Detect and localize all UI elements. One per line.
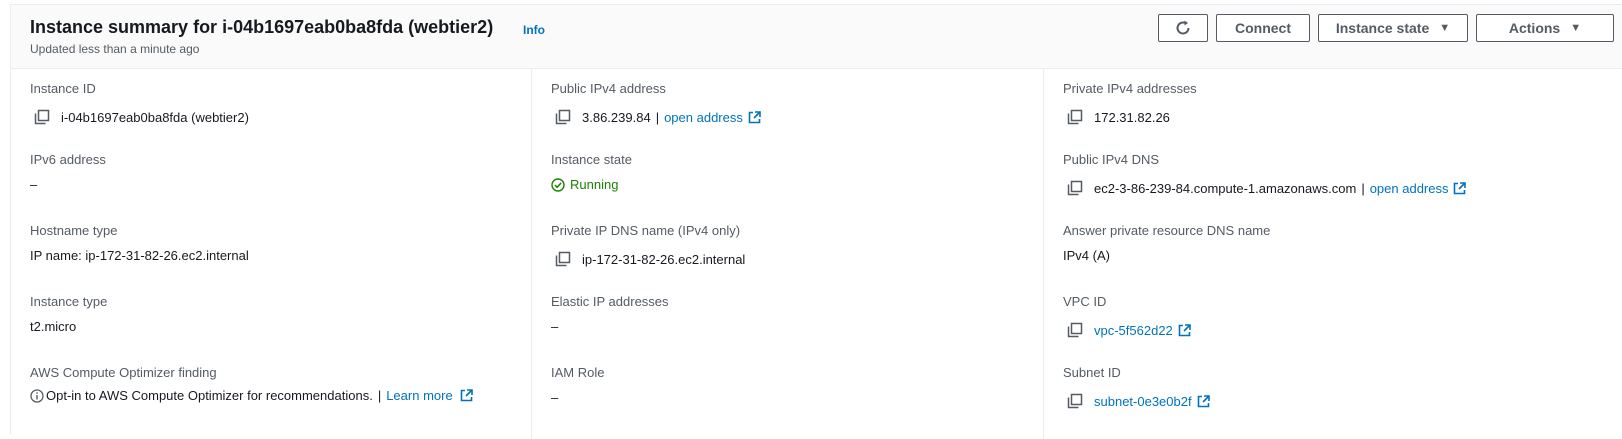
- details-column-3: Private IPv4 addresses 172.31.82.26 Publ…: [1043, 69, 1555, 439]
- actions-dropdown[interactable]: Actions ▼: [1476, 14, 1614, 42]
- details-column-1: Instance ID i-04b1697eab0ba8fda (webtier…: [11, 69, 523, 439]
- instance-type-value: t2.micro: [30, 319, 77, 334]
- copy-icon[interactable]: [555, 109, 571, 125]
- copy-icon[interactable]: [1067, 109, 1083, 125]
- field-label: Answer private resource DNS name: [1063, 223, 1271, 238]
- actions-label: Actions: [1508, 20, 1561, 36]
- field-label: AWS Compute Optimizer finding: [30, 365, 217, 380]
- instance-id-value: i-04b1697eab0ba8fda (webtier2): [61, 109, 249, 125]
- field-label: Elastic IP addresses: [551, 294, 669, 309]
- caret-down-icon: ▼: [1439, 22, 1451, 34]
- optimizer-message: Opt-in to AWS Compute Optimizer for reco…: [46, 388, 373, 403]
- instance-state-value: Running: [570, 177, 619, 192]
- field-label: Instance state: [551, 152, 632, 167]
- subnet-id-field: Subnet ID subnet-0e3e0b2f: [1063, 365, 1210, 409]
- instance-type-field: Instance type t2.micro: [30, 294, 107, 334]
- field-label: VPC ID: [1063, 294, 1107, 309]
- field-label: Instance ID: [30, 81, 96, 96]
- elastic-ip-value: –: [551, 319, 559, 334]
- vpc-id-link[interactable]: vpc-5f562d22: [1094, 323, 1173, 338]
- elastic-ip-field: Elastic IP addresses –: [551, 294, 669, 334]
- refresh-button[interactable]: [1158, 14, 1208, 42]
- field-label: Private IPv4 addresses: [1063, 81, 1197, 96]
- instance-summary-panel: Instance summary for i-04b1697eab0ba8fda…: [10, 4, 1622, 439]
- page-title: Instance summary for i-04b1697eab0ba8fda…: [30, 17, 494, 37]
- vpc-id-field: VPC ID vpc-5f562d22: [1063, 294, 1191, 338]
- copy-icon[interactable]: [1067, 393, 1083, 409]
- status-badge: Running: [551, 177, 618, 192]
- field-label: Subnet ID: [1063, 365, 1121, 380]
- copy-icon[interactable]: [555, 251, 571, 267]
- instance-state-field: Instance state Running: [551, 152, 632, 192]
- separator: |: [655, 109, 660, 125]
- instance-state-dropdown[interactable]: Instance state ▼: [1318, 14, 1468, 42]
- instance-id-field: Instance ID i-04b1697eab0ba8fda (webtier…: [30, 81, 249, 125]
- private-ipv4-value: 172.31.82.26: [1094, 109, 1170, 125]
- field-label: Public IPv4 DNS: [1063, 152, 1160, 167]
- separator: |: [1361, 180, 1365, 196]
- public-dns-value: ec2-3-86-239-84.compute-1.amazonaws.com: [1094, 180, 1357, 196]
- updated-timestamp: Updated less than a minute ago: [30, 42, 200, 56]
- connect-button[interactable]: Connect: [1216, 14, 1310, 42]
- info-circle-icon: [30, 388, 44, 403]
- subnet-id-link[interactable]: subnet-0e3e0b2f: [1094, 394, 1192, 409]
- iam-role-value: –: [551, 390, 559, 405]
- instance-state-label: Instance state: [1335, 20, 1430, 36]
- external-link-icon[interactable]: [460, 389, 473, 402]
- public-ipv4-field: Public IPv4 address 3.86.239.84 | open a…: [551, 81, 761, 125]
- iam-role-field: IAM Role –: [551, 365, 604, 405]
- field-label: IPv6 address: [30, 152, 106, 167]
- external-link-icon[interactable]: [748, 110, 761, 124]
- copy-icon[interactable]: [1067, 322, 1083, 338]
- hostname-type-value: IP name: ip-172-31-82-26.ec2.internal: [30, 248, 249, 263]
- details-column-2: Public IPv4 address 3.86.239.84 | open a…: [531, 69, 1043, 439]
- external-link-icon[interactable]: [1178, 323, 1191, 337]
- open-address-link[interactable]: open address: [1370, 181, 1449, 196]
- public-dns-field: Public IPv4 DNS ec2-3-86-239-84.compute-…: [1063, 152, 1467, 196]
- private-dns-value: ip-172-31-82-26.ec2.internal: [582, 251, 746, 267]
- external-link-icon[interactable]: [1197, 394, 1210, 408]
- open-address-link[interactable]: open address: [664, 110, 743, 125]
- copy-icon[interactable]: [34, 109, 50, 125]
- field-label: IAM Role: [551, 365, 605, 380]
- field-label: Instance type: [30, 294, 108, 309]
- ipv6-value: –: [30, 177, 38, 192]
- hostname-type-field: Hostname type IP name: ip-172-31-82-26.e…: [30, 223, 249, 263]
- panel-header: Instance summary for i-04b1697eab0ba8fda…: [11, 5, 1622, 69]
- separator: |: [377, 388, 382, 403]
- private-dns-field: Private IP DNS name (IPv4 only) ip-172-3…: [551, 223, 745, 267]
- compute-optimizer-field: AWS Compute Optimizer finding Opt-in to …: [30, 365, 473, 403]
- public-ipv4-value: 3.86.239.84: [582, 109, 651, 125]
- answer-dns-value: IPv4 (A): [1063, 248, 1110, 263]
- check-circle-icon: [551, 177, 565, 192]
- external-link-icon[interactable]: [1453, 181, 1467, 195]
- copy-icon[interactable]: [1067, 180, 1083, 196]
- field-label: Hostname type: [30, 223, 118, 238]
- field-label: Private IP DNS name (IPv4 only): [551, 223, 741, 238]
- answer-dns-field: Answer private resource DNS name IPv4 (A…: [1063, 223, 1270, 263]
- private-ipv4-field: Private IPv4 addresses 172.31.82.26: [1063, 81, 1197, 125]
- info-link[interactable]: Info: [523, 23, 545, 37]
- refresh-icon: [1176, 20, 1190, 35]
- ipv6-field: IPv6 address –: [30, 152, 106, 192]
- field-label: Public IPv4 address: [551, 81, 666, 96]
- caret-down-icon: ▼: [1570, 22, 1582, 34]
- learn-more-link[interactable]: Learn more: [386, 388, 452, 403]
- connect-label: Connect: [1235, 20, 1291, 36]
